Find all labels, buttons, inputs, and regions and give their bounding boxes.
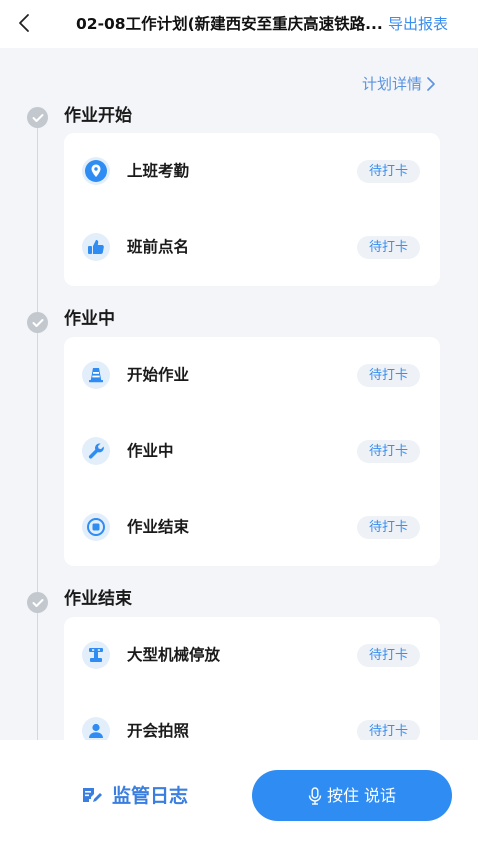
back-button[interactable] <box>10 8 38 38</box>
bottom-bar: 监管日志 按住 说话 <box>0 740 478 850</box>
top-bar: 02-08工作计划(新建西安至重庆高速铁路... 导出报表 <box>0 0 478 48</box>
chevron-right-icon <box>427 77 435 91</box>
section-card-work-end: 大型机械停放 待打卡 开会拍照 待打卡 <box>64 617 440 740</box>
section-card-in-progress: 开始作业 待打卡 作业中 待打卡 作业结束 待打卡 <box>64 337 440 566</box>
section-card-work-start: 上班考勤 待打卡 班前点名 待打卡 <box>64 133 440 286</box>
export-report-button[interactable]: 导出报表 <box>388 13 448 35</box>
list-item-label: 作业中 <box>127 442 174 460</box>
microphone-icon <box>308 786 322 805</box>
status-badge[interactable]: 待打卡 <box>356 236 420 259</box>
thumbs-up-icon <box>82 233 110 261</box>
person-icon <box>82 717 110 740</box>
list-item-label: 大型机械停放 <box>127 646 221 664</box>
hold-to-talk-label: 按住 说话 <box>326 785 397 805</box>
section-title-in-progress: 作业中 <box>64 309 115 329</box>
status-badge[interactable]: 待打卡 <box>356 644 420 667</box>
edit-log-icon <box>83 788 102 802</box>
status-badge[interactable]: 待打卡 <box>356 720 420 740</box>
plan-detail-label: 计划详情 <box>361 75 422 93</box>
section-check-icon <box>27 312 48 333</box>
status-badge[interactable]: 待打卡 <box>356 440 420 463</box>
chevron-left-icon <box>19 14 29 32</box>
list-item-working[interactable]: 作业中 待打卡 <box>64 413 440 489</box>
timeline-content: 计划详情 作业开始 上班考勤 待打卡 班前点名 待打卡 作业中 开始作业 待打卡… <box>0 48 478 740</box>
plan-detail-link[interactable]: 计划详情 <box>362 74 436 94</box>
supervision-log-button[interactable]: 监管日志 <box>80 782 188 810</box>
list-item-roll-call[interactable]: 班前点名 待打卡 <box>64 209 440 285</box>
list-item-start-work[interactable]: 开始作业 待打卡 <box>64 337 440 413</box>
machinery-icon <box>82 641 110 669</box>
list-item-meeting-photo[interactable]: 开会拍照 待打卡 <box>64 693 440 740</box>
section-title-work-start: 作业开始 <box>64 106 132 126</box>
traffic-cone-icon <box>82 361 110 389</box>
timeline-line <box>37 120 38 740</box>
status-badge[interactable]: 待打卡 <box>356 516 420 539</box>
status-badge[interactable]: 待打卡 <box>356 364 420 387</box>
wrench-icon <box>82 437 110 465</box>
location-pin-icon <box>82 157 110 185</box>
list-item-attendance[interactable]: 上班考勤 待打卡 <box>64 133 440 209</box>
page-title: 02-08工作计划(新建西安至重庆高速铁路... <box>76 15 383 33</box>
section-check-icon <box>27 592 48 613</box>
list-item-label: 班前点名 <box>127 238 190 256</box>
stop-circle-icon <box>82 513 110 541</box>
list-item-machinery-parking[interactable]: 大型机械停放 待打卡 <box>64 617 440 693</box>
list-item-label: 作业结束 <box>127 518 190 536</box>
status-badge[interactable]: 待打卡 <box>356 160 420 183</box>
hold-to-talk-button[interactable]: 按住 说话 <box>252 770 452 821</box>
section-title-work-end: 作业结束 <box>64 589 132 609</box>
list-item-end-work[interactable]: 作业结束 待打卡 <box>64 489 440 565</box>
section-check-icon <box>27 107 48 128</box>
supervision-log-label: 监管日志 <box>112 785 189 807</box>
list-item-label: 开会拍照 <box>127 722 190 740</box>
list-item-label: 开始作业 <box>127 366 190 384</box>
list-item-label: 上班考勤 <box>127 162 190 180</box>
